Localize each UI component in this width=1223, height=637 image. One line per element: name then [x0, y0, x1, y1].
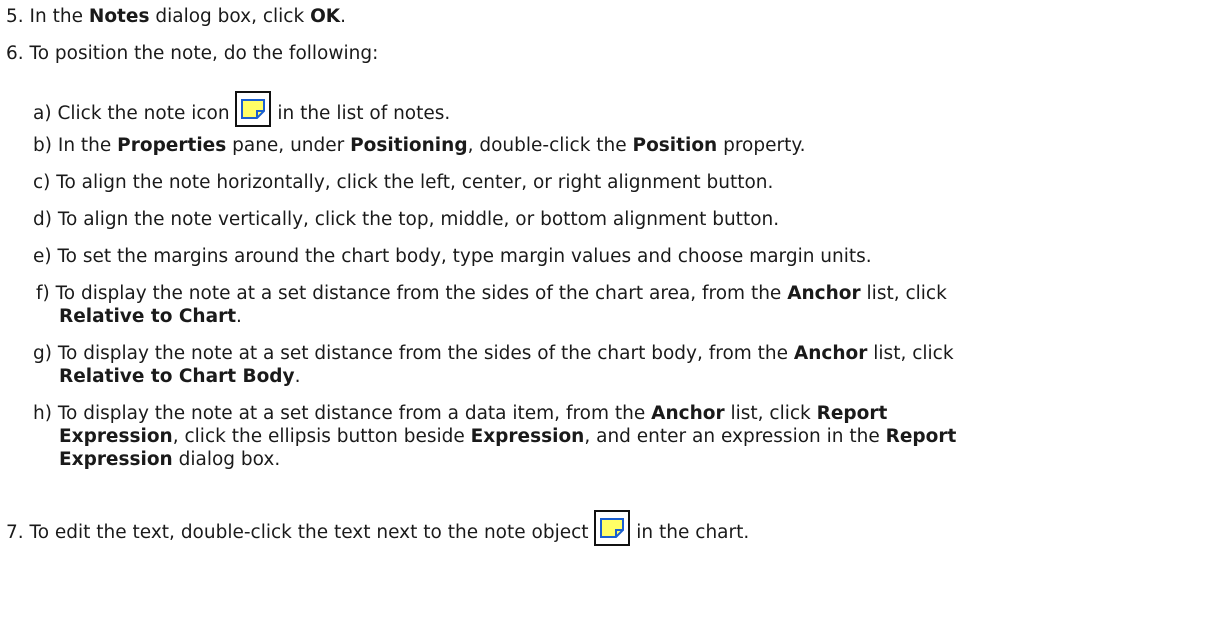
note-icon	[594, 510, 631, 546]
step-number: 6.	[6, 43, 24, 64]
substep-d: d) To align the note vertically, click t…	[33, 209, 780, 230]
substep-g: g) To display the note at a set distance…	[33, 343, 954, 364]
step-7: 7. To edit the text, double-click the te…	[6, 510, 749, 546]
substep-h-cont-2: Expression dialog box.	[59, 449, 281, 470]
substep-a: a) Click the note icon in the list of no…	[33, 91, 450, 127]
substep-f: f) To display the note at a set distance…	[36, 283, 947, 304]
substep-c: c) To align the note horizontally, click…	[33, 172, 774, 193]
note-icon	[235, 91, 272, 127]
substep-f-cont: Relative to Chart.	[59, 306, 242, 327]
step-number: 5.	[6, 6, 24, 27]
substep-g-cont: Relative to Chart Body.	[59, 366, 301, 387]
substep-h-cont-1: Expression, click the ellipsis button be…	[59, 426, 957, 447]
step-6: 6. To position the note, do the followin…	[6, 43, 379, 64]
step-number: 7.	[6, 522, 24, 543]
substep-e: e) To set the margins around the chart b…	[33, 246, 872, 267]
substep-h: h) To display the note at a set distance…	[33, 403, 888, 424]
substep-b: b) In the Properties pane, under Positio…	[33, 135, 806, 156]
step-5: 5. In the Notes dialog box, click OK.	[6, 6, 347, 27]
